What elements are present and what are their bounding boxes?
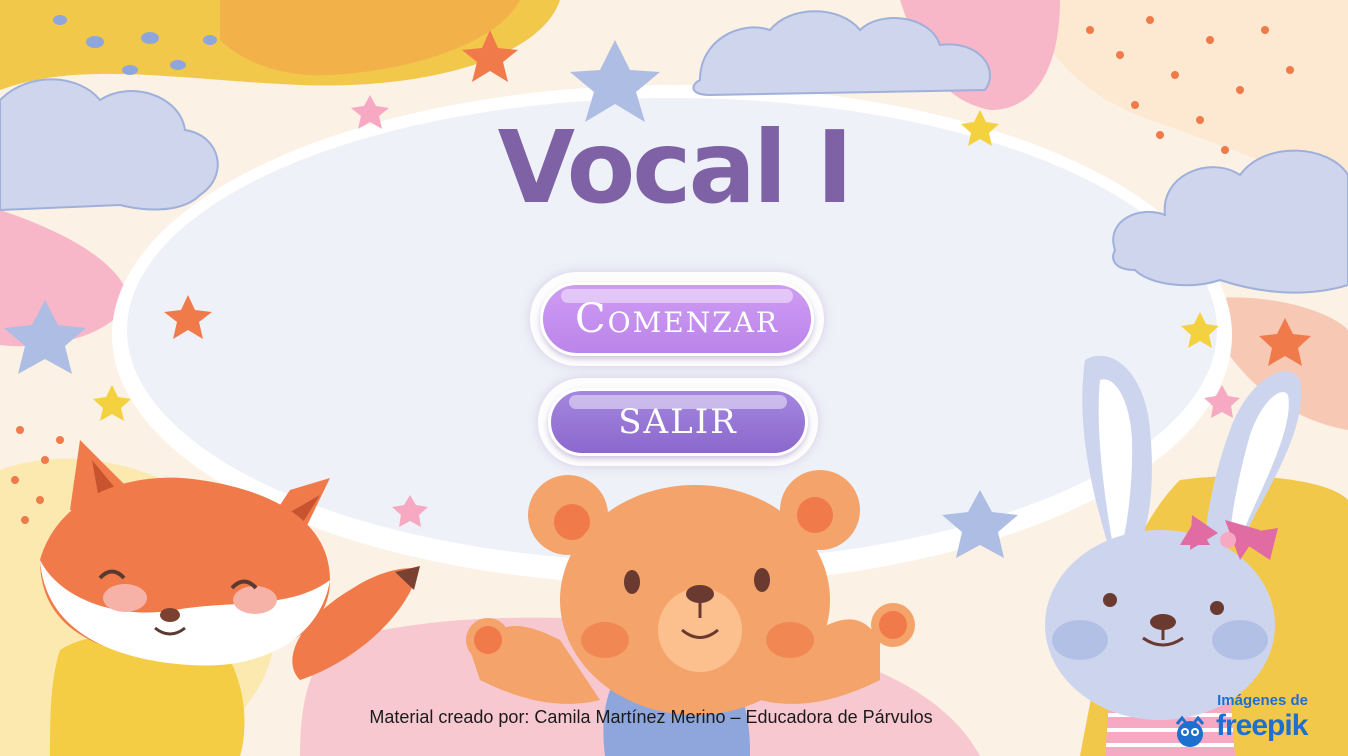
start-button-frame: Comenzar [530,272,824,366]
start-button[interactable]: Comenzar [540,282,814,356]
freepik-caption: Imágenes de [1217,692,1308,709]
exit-button-label: SALIR [618,402,738,442]
page-title: Vocal I [497,109,854,226]
author-credit: Material creado por: Camila Martínez Mer… [369,707,933,727]
freepik-brand: freepik [1216,709,1308,742]
exit-button-frame: SALIR [538,378,818,466]
exit-button[interactable]: SALIR [548,388,808,456]
start-button-label: Comenzar [575,296,779,342]
freepik-logo-icon [1175,715,1205,747]
freepik-attribution: Imágenes de freepik [1172,692,1322,748]
title-screen: Vocal I Comenzar SALIR Material creado p… [0,0,1348,756]
